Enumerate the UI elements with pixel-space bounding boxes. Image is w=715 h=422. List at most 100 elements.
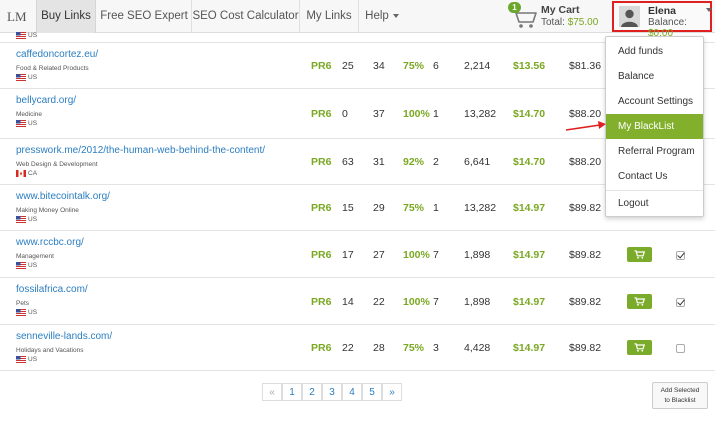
site-link[interactable]: www.rccbc.org/: [16, 237, 84, 248]
site-link[interactable]: senneville-lands.com/: [16, 331, 112, 342]
cell-traffic: 13,282: [464, 202, 497, 214]
menu-item-logout[interactable]: Logout: [606, 191, 703, 216]
cell-c2: 31: [373, 156, 385, 168]
pagination-next[interactable]: »: [382, 383, 402, 401]
site-link[interactable]: presswork.me/2012/the-human-web-behind-t…: [16, 145, 265, 156]
cell-c2: 37: [373, 108, 385, 120]
menu-item-contact-us[interactable]: Contact Us: [606, 164, 703, 189]
cell-c2: 29: [373, 202, 385, 214]
cell-pr: PR6: [311, 342, 332, 354]
add-to-cart-button[interactable]: [627, 340, 652, 355]
cell-pct: 100%: [403, 108, 430, 120]
pagination-page-3[interactable]: 3: [322, 383, 342, 401]
user-dropdown-menu: Add funds Balance Account Settings My Bl…: [605, 36, 704, 217]
cell-price: $14.97: [513, 249, 546, 261]
country-label: US: [16, 120, 37, 127]
cell-price2: $89.82: [569, 202, 602, 214]
pagination-page-2[interactable]: 2: [302, 383, 322, 401]
cell-c3: 1: [433, 108, 439, 120]
country-label: CA: [16, 170, 37, 177]
nav-my-links[interactable]: My Links: [300, 0, 358, 33]
cell-traffic: 2,214: [464, 60, 491, 72]
avatar: [619, 6, 640, 27]
category-label: Pets: [16, 300, 30, 307]
cell-c3: 7: [433, 249, 439, 261]
cell-c3: 7: [433, 296, 439, 308]
site-link[interactable]: fossilafrica.com/: [16, 284, 88, 295]
add-to-blacklist-button[interactable]: Add Selected to Blacklist: [652, 382, 708, 409]
chevron-down-icon: [706, 8, 712, 12]
cell-pr: PR6: [311, 156, 332, 168]
cell-pr: PR6: [311, 108, 332, 120]
row-select-checkbox[interactable]: [676, 298, 685, 307]
nav-seo-cost-calculator[interactable]: SEO Cost Calculator: [192, 0, 299, 33]
cell-pr: PR6: [311, 60, 332, 72]
cell-pr: PR6: [311, 296, 332, 308]
cell-price: $14.70: [513, 156, 546, 168]
cell-pr: PR6: [311, 249, 332, 261]
category-label: Management: [16, 253, 54, 260]
pagination-page-5[interactable]: 5: [362, 383, 382, 401]
cart-count-badge: 1: [508, 2, 521, 13]
menu-item-referral-program[interactable]: Referral Program: [606, 139, 703, 164]
country-label: US: [16, 309, 37, 316]
cell-traffic: 6,641: [464, 156, 491, 168]
cell-price2: $89.82: [569, 342, 602, 354]
cell-c3: 2: [433, 156, 439, 168]
cell-c3: 6: [433, 60, 439, 72]
cell-pct: 75%: [403, 60, 425, 72]
cell-price: $14.97: [513, 342, 546, 354]
site-logo[interactable]: LM: [7, 9, 27, 25]
ca-flag-icon: [16, 170, 26, 177]
pagination-page-4[interactable]: 4: [342, 383, 362, 401]
cell-price2: $89.82: [569, 249, 602, 261]
cell-price2: $89.82: [569, 296, 602, 308]
cell-pct: 75%: [403, 342, 425, 354]
cell-c2: 27: [373, 249, 385, 261]
cell-price2: $88.20: [569, 156, 602, 168]
table-row: www.rccbc.org/Management US PR6 17 27 100% 7 1,…: [0, 231, 715, 278]
us-flag-icon: [16, 262, 26, 269]
row-select-checkbox[interactable]: [676, 251, 685, 260]
site-link[interactable]: caffedoncortez.eu/: [16, 49, 98, 60]
cell-price: $14.70: [513, 108, 546, 120]
cell-c2: 22: [373, 296, 385, 308]
category-label: Holidays and Vacations: [16, 347, 84, 354]
menu-item-account-settings[interactable]: Account Settings: [606, 89, 703, 114]
table-row: senneville-lands.com/Holidays and Vacati…: [0, 325, 715, 371]
category-label: Making Money Online: [16, 207, 79, 214]
add-to-cart-button[interactable]: [627, 247, 652, 262]
nav-buy-links[interactable]: Buy Links: [36, 0, 96, 33]
cell-price2: $81.36: [569, 60, 602, 72]
category-label: Web Design & Development: [16, 161, 98, 168]
app-root: LM Buy Links Free SEO Expert SEO Cost Ca…: [0, 0, 715, 422]
cell-traffic: 4,428: [464, 342, 491, 354]
us-flag-icon: [16, 32, 26, 39]
country-label: US: [16, 216, 37, 223]
row-select-checkbox[interactable]: [676, 344, 685, 353]
us-flag-icon: [16, 309, 26, 316]
user-menu-toggle[interactable]: Elena Balance: $0.00: [612, 1, 712, 39]
cell-c2: 34: [373, 60, 385, 72]
cart-title: My Cart: [541, 4, 580, 16]
cell-c1: 14: [342, 296, 354, 308]
cell-pct: 75%: [403, 202, 425, 214]
site-link[interactable]: bellycard.org/: [16, 95, 76, 106]
site-link[interactable]: www.bitecointalk.org/: [16, 191, 110, 202]
cart-widget[interactable]: 1 My Cart Total: $75.00: [508, 2, 603, 30]
add-to-cart-button[interactable]: [627, 294, 652, 309]
nav-free-seo-expert[interactable]: Free SEO Expert: [97, 0, 191, 33]
menu-item-my-blacklist[interactable]: My BlackList: [606, 114, 703, 139]
cell-c3: 3: [433, 342, 439, 354]
us-flag-icon: [16, 356, 26, 363]
pagination-page-1[interactable]: 1: [282, 383, 302, 401]
cell-c1: 22: [342, 342, 354, 354]
menu-item-add-funds[interactable]: Add funds: [606, 39, 703, 64]
menu-item-balance[interactable]: Balance: [606, 64, 703, 89]
cell-c2: 28: [373, 342, 385, 354]
us-flag-icon: [16, 120, 26, 127]
nav-help[interactable]: Help: [359, 0, 405, 33]
pagination-prev[interactable]: «: [262, 383, 282, 401]
country-label: US: [16, 32, 37, 39]
category-label: Food & Related Products: [16, 65, 89, 72]
